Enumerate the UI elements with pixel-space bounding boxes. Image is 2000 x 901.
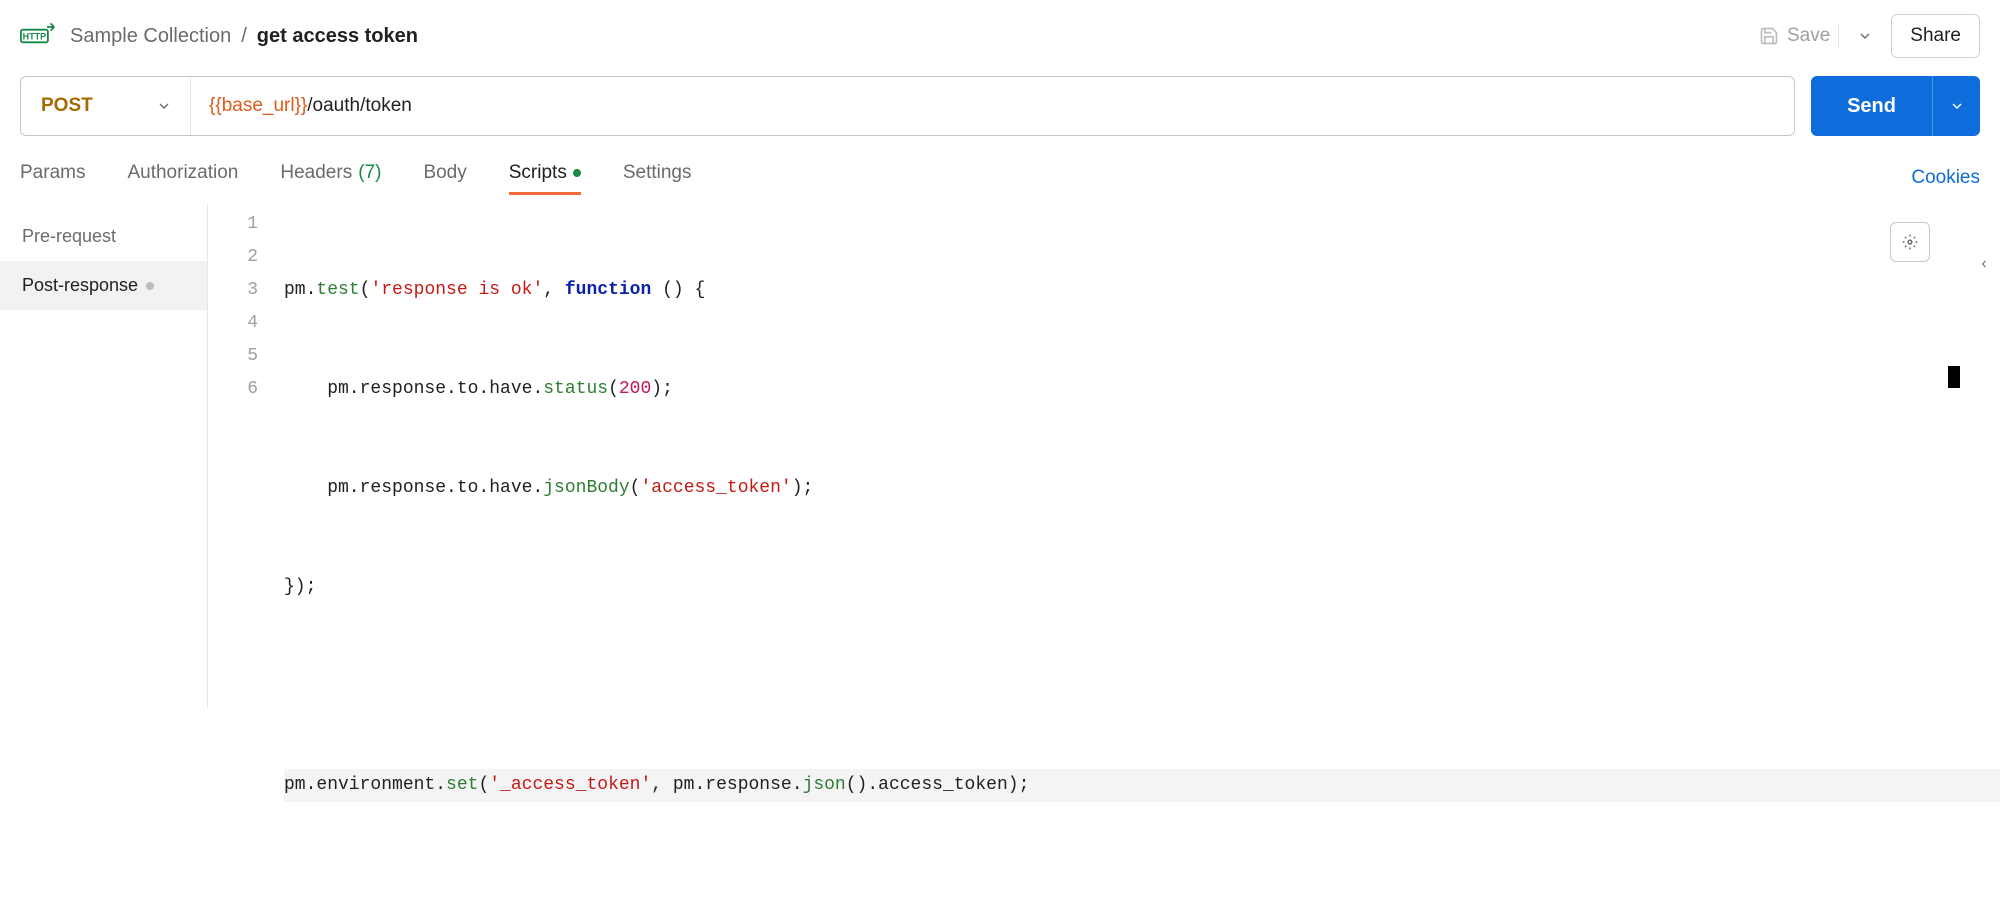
tab-headers[interactable]: Headers (7) — [280, 162, 381, 194]
tab-body[interactable]: Body — [423, 162, 466, 194]
cookies-link[interactable]: Cookies — [1911, 167, 1980, 189]
header-actions: Save Share — [1759, 14, 1980, 58]
tab-authorization[interactable]: Authorization — [127, 162, 238, 194]
line-number: 1 — [208, 208, 258, 241]
script-subtabs: Pre-request Post-response — [0, 204, 208, 708]
send-button[interactable]: Send — [1811, 76, 1932, 136]
chevron-down-icon — [1857, 28, 1873, 44]
svg-text:HTTP: HTTP — [23, 32, 47, 42]
unsaved-dot-icon — [573, 169, 581, 177]
line-number: 3 — [208, 274, 258, 307]
code-line — [284, 670, 2000, 703]
http-badge-icon: HTTP — [20, 23, 56, 49]
chevron-down-icon — [1949, 98, 1965, 114]
save-dropdown-button[interactable] — [1847, 20, 1883, 52]
breadcrumb: Sample Collection / get access token — [70, 25, 418, 48]
breadcrumb-parent[interactable]: Sample Collection — [70, 25, 231, 48]
headers-count: (7) — [358, 162, 381, 184]
tab-headers-label: Headers — [280, 162, 352, 184]
code-line: pm.response.to.have.jsonBody('access_tok… — [284, 472, 2000, 505]
method-label: POST — [41, 95, 93, 117]
header-bar: HTTP Sample Collection / get access toke… — [0, 0, 2000, 76]
request-input-box: POST {{base_url}}/oauth/token — [20, 76, 1795, 136]
method-selector[interactable]: POST — [21, 77, 191, 135]
unsaved-dot-icon — [146, 282, 154, 290]
tab-scripts-label: Scripts — [509, 162, 567, 184]
code-line: pm.environment.set('_access_token', pm.r… — [284, 769, 2000, 802]
cursor-caret — [1948, 366, 1960, 388]
sparkle-icon — [1899, 231, 1921, 253]
url-path: /oauth/token — [307, 95, 412, 117]
script-tab-post-response[interactable]: Post-response — [0, 261, 207, 310]
tab-scripts[interactable]: Scripts — [509, 162, 581, 194]
save-label: Save — [1787, 25, 1830, 47]
script-tab-post-response-label: Post-response — [22, 275, 138, 296]
line-number: 4 — [208, 307, 258, 340]
send-button-group: Send — [1811, 76, 1980, 136]
tab-params[interactable]: Params — [20, 162, 85, 194]
tab-settings[interactable]: Settings — [623, 162, 692, 194]
collapse-panel-button[interactable] — [1974, 250, 1994, 278]
request-bar: POST {{base_url}}/oauth/token Send — [0, 76, 2000, 136]
save-button[interactable]: Save — [1759, 25, 1839, 47]
code-editor[interactable]: 1 2 3 4 5 6 pm.test('response is ok', fu… — [208, 204, 2000, 708]
breadcrumb-current: get access token — [257, 25, 418, 48]
share-button[interactable]: Share — [1891, 14, 1980, 58]
send-dropdown-button[interactable] — [1932, 76, 1980, 136]
breadcrumb-separator: / — [241, 25, 247, 48]
chevron-left-icon — [1978, 258, 1990, 270]
code-line: pm.response.to.have.status(200); — [284, 373, 2000, 406]
code-content[interactable]: pm.test('response is ok', function () { … — [274, 204, 2000, 708]
line-number: 2 — [208, 241, 258, 274]
script-tab-pre-request[interactable]: Pre-request — [0, 212, 207, 261]
request-tabs: Params Authorization Headers (7) Body Sc… — [0, 136, 2000, 194]
line-number: 5 — [208, 340, 258, 373]
url-variable: {{base_url}} — [209, 95, 307, 117]
editor-area: Pre-request Post-response 1 2 3 4 5 6 pm… — [0, 194, 2000, 708]
url-input[interactable]: {{base_url}}/oauth/token — [191, 77, 1794, 135]
save-icon — [1759, 26, 1779, 46]
line-number: 6 — [208, 373, 258, 406]
line-gutter: 1 2 3 4 5 6 — [208, 204, 274, 708]
chevron-down-icon — [156, 98, 172, 114]
code-line: pm.test('response is ok', function () { — [284, 274, 2000, 307]
ai-assist-button[interactable] — [1890, 222, 1930, 262]
code-line: }); — [284, 571, 2000, 604]
